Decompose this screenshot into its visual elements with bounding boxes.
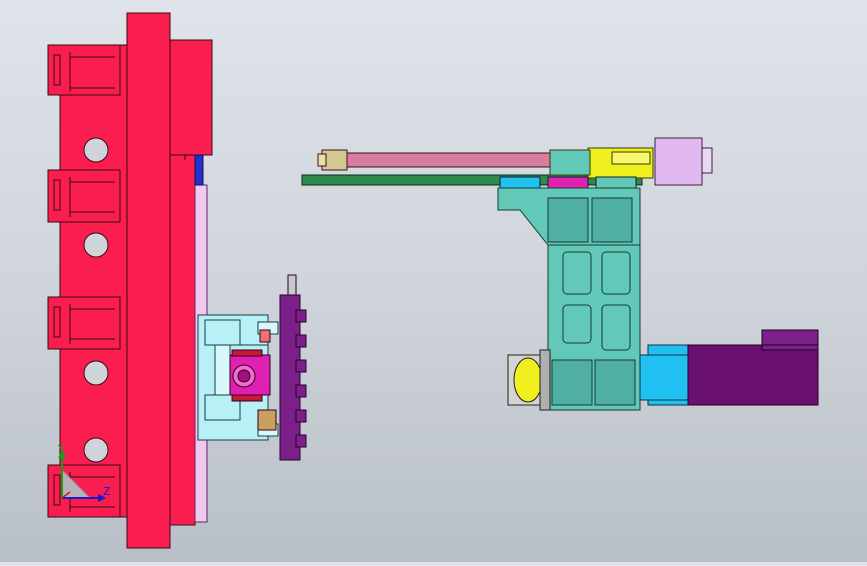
lilac-drive-motor[interactable] [654,137,713,186]
triad-y-label: Y [58,443,65,456]
purple-servo-motor[interactable] [687,329,819,406]
cyan-coupler[interactable] [639,344,691,406]
purple-gripper[interactable] [279,274,307,461]
yellow-carriage[interactable] [549,147,654,179]
triad-z-label: Z [103,485,111,498]
guide-blocks [499,176,637,190]
cad-graphics-viewport[interactable]: Y Z [0,0,867,562]
spindle-flange[interactable] [507,349,551,411]
linear-rod[interactable] [317,149,561,171]
cad-model-view[interactable] [0,0,867,562]
